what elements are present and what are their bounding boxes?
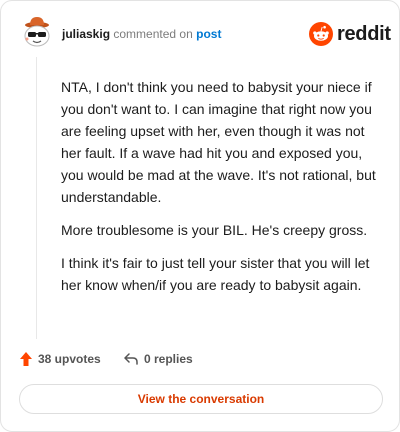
comment-byline: juliaskig commented on post bbox=[62, 27, 221, 41]
view-conversation-button[interactable]: View the conversation bbox=[19, 384, 383, 414]
reddit-wordmark: reddit bbox=[337, 23, 391, 45]
upvote-count: 38 upvotes bbox=[38, 352, 101, 366]
reply-arrow-icon bbox=[124, 353, 138, 365]
avatar[interactable] bbox=[19, 15, 55, 51]
comment-header: juliaskig commented on post reddit bbox=[19, 15, 391, 53]
reply-count: 0 replies bbox=[144, 352, 193, 366]
comment-card: juliaskig commented on post reddit NTA, … bbox=[0, 0, 400, 432]
commented-on-label: commented on bbox=[113, 27, 193, 41]
avatar-icon bbox=[24, 17, 50, 47]
comment-paragraph: More troublesome is your BIL. He's creep… bbox=[61, 222, 368, 238]
comment-paragraph: I think it's fair to just tell your sist… bbox=[61, 255, 370, 293]
comment-actions: 38 upvotes 0 replies bbox=[19, 349, 379, 369]
reddit-brand[interactable]: reddit bbox=[309, 21, 391, 47]
thread-line bbox=[36, 57, 37, 339]
comment-body: NTA, I don't think you need to babysit y… bbox=[61, 76, 381, 307]
username-link[interactable]: juliaskig bbox=[62, 27, 110, 41]
upvote-arrow-icon bbox=[20, 352, 32, 366]
reply-button[interactable]: 0 replies bbox=[123, 349, 193, 369]
reddit-logo-icon bbox=[309, 22, 333, 46]
post-link[interactable]: post bbox=[196, 27, 221, 41]
upvote-button[interactable]: 38 upvotes bbox=[19, 349, 101, 369]
comment-paragraph: NTA, I don't think you need to babysit y… bbox=[61, 79, 376, 205]
